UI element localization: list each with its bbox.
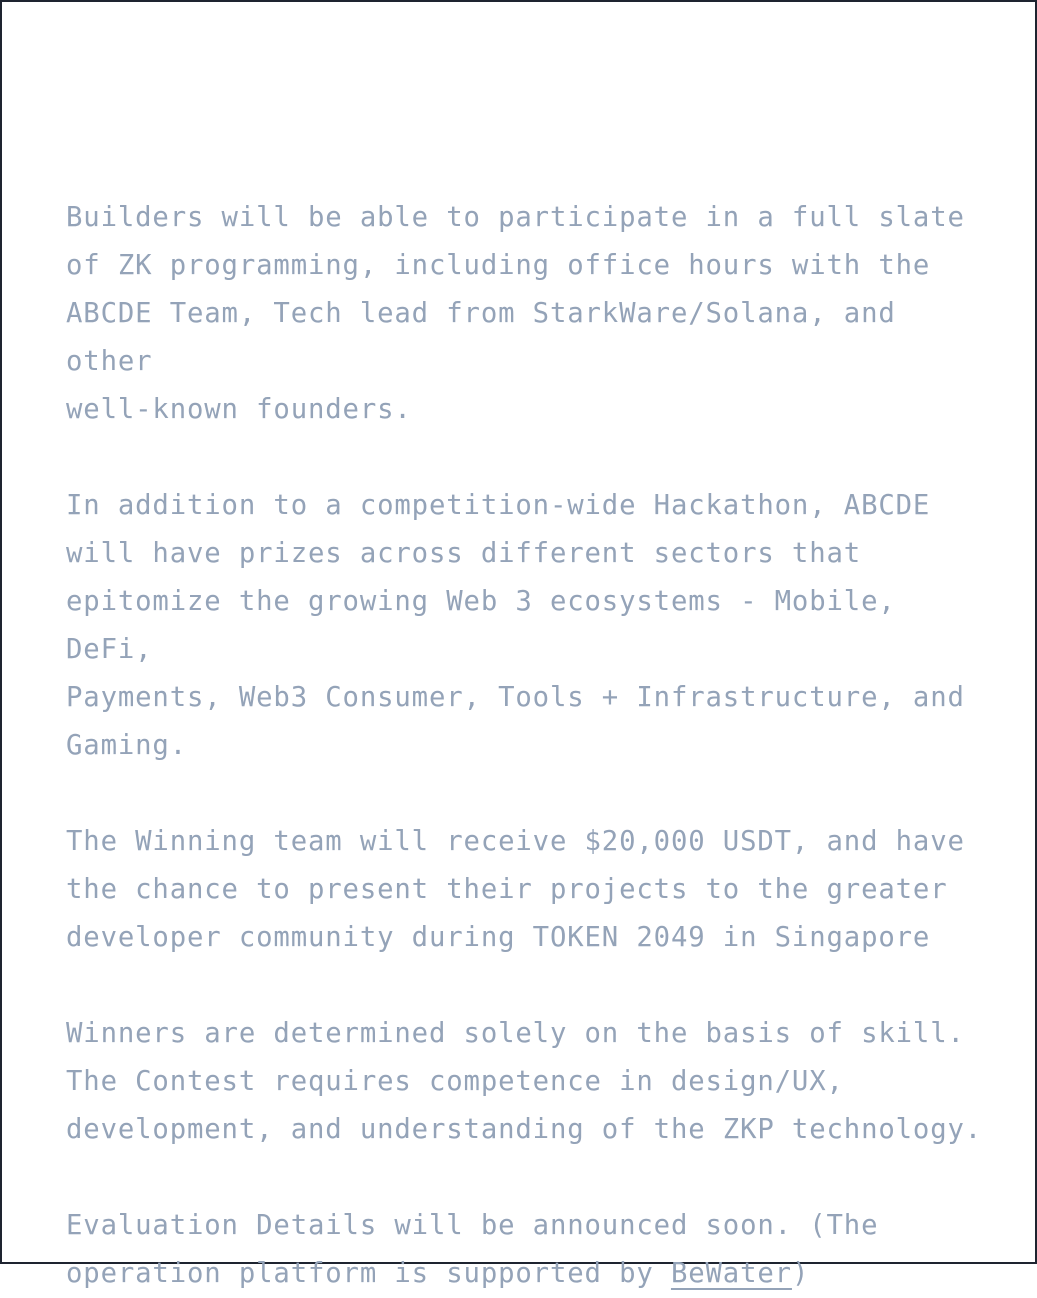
description-text: Builders will be able to participate in … xyxy=(66,194,996,1298)
paragraph-winners: Winners are determined solely on the bas… xyxy=(66,1018,983,1145)
paragraph-evaluation: Evaluation Details will be announced soo… xyxy=(66,1202,996,1298)
bewater-link[interactable]: BeWater xyxy=(671,1258,792,1289)
paragraph-prizes: In addition to a competition-wide Hackat… xyxy=(66,490,965,761)
content-frame: Builders will be able to participate in … xyxy=(0,0,1037,1289)
paragraph-winning-team: The Winning team will receive $20,000 US… xyxy=(66,826,965,953)
evaluation-closing-paren: ) xyxy=(791,1258,810,1289)
paragraph-programming: Builders will be able to participate in … xyxy=(66,202,965,425)
